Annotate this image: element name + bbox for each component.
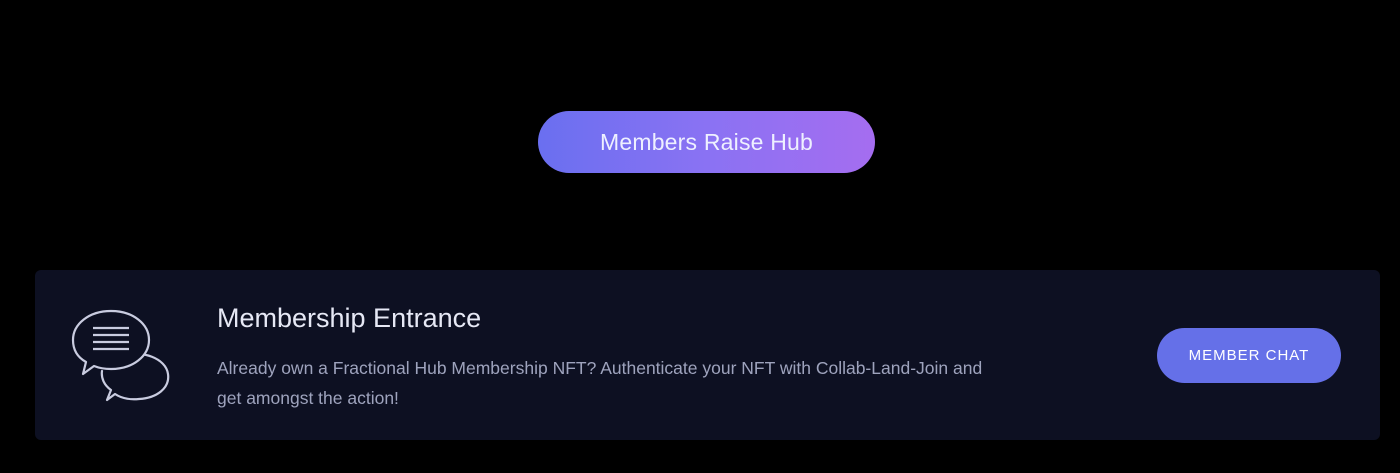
chat-bubbles-icon: [71, 309, 170, 402]
membership-entrance-card: Membership Entrance Already own a Fracti…: [35, 270, 1380, 440]
members-raise-hub-button[interactable]: Members Raise Hub: [538, 111, 875, 173]
card-title: Membership Entrance: [217, 303, 482, 333]
card-description: Already own a Fractional Hub Membership …: [217, 358, 983, 408]
member-chat-button[interactable]: MEMBER CHAT: [1157, 328, 1341, 383]
page: Members Raise Hub Membership Entrance Al…: [0, 0, 1400, 473]
